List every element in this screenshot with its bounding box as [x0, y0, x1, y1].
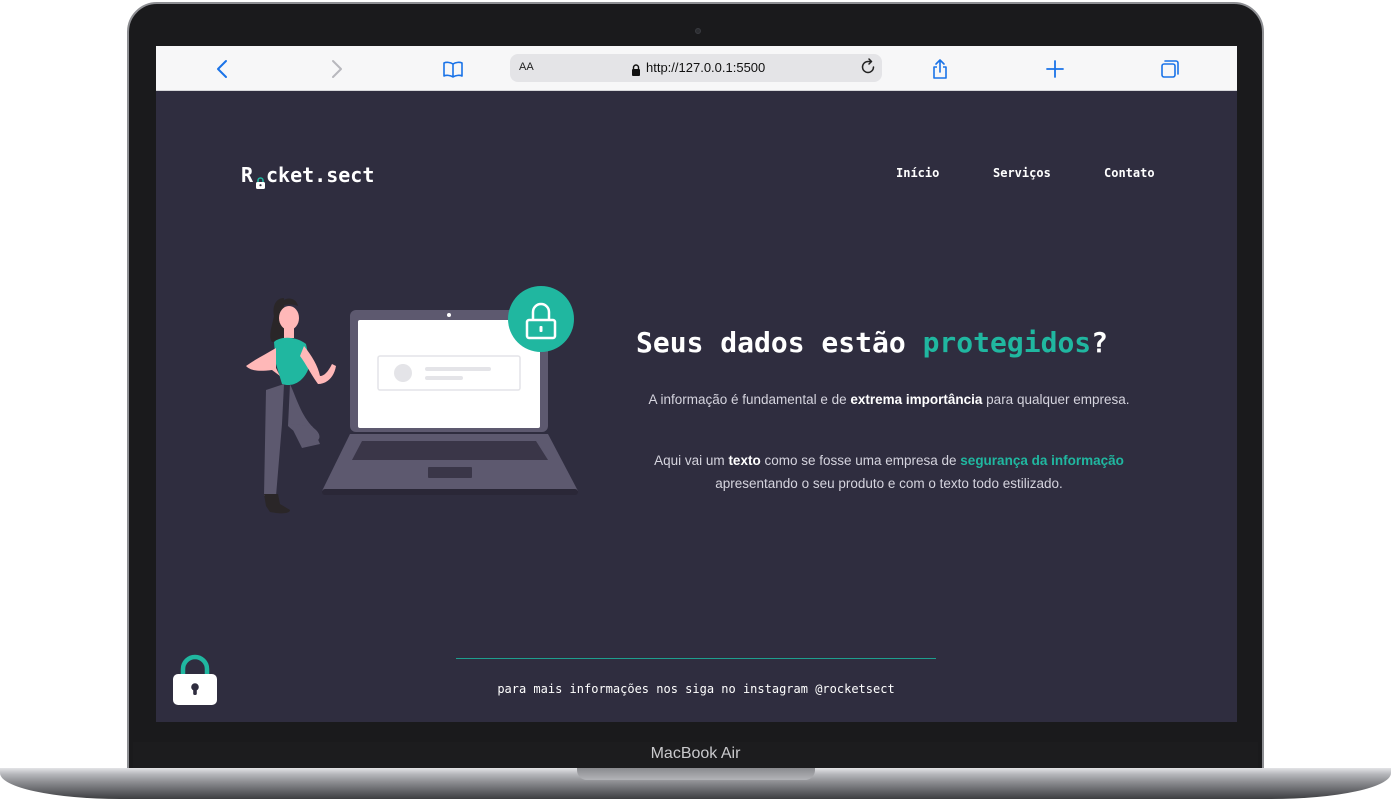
hero-p1-end: para qualquer empresa. — [982, 392, 1130, 407]
logo-text: cket.sect — [266, 163, 375, 187]
bookmarks-icon[interactable] — [440, 56, 466, 82]
tabs-icon[interactable] — [1157, 56, 1183, 82]
hero-title-highlight: protegidos — [922, 326, 1092, 359]
hero-p2-bold: texto — [728, 453, 761, 468]
device-label: MacBook Air — [650, 745, 741, 762]
hero-p2-end: apresentando o seu produto e com o texto… — [715, 476, 1063, 491]
forward-icon[interactable] — [324, 56, 350, 82]
hero-p1-start: A informação é fundamental e de — [648, 392, 851, 407]
hero-p2-start: Aqui vai um — [654, 453, 729, 468]
new-tab-icon[interactable] — [1042, 56, 1068, 82]
laptop-notch — [577, 768, 815, 780]
reload-icon[interactable] — [859, 58, 877, 80]
person-illustration — [246, 298, 336, 514]
back-icon[interactable] — [209, 56, 235, 82]
share-icon[interactable] — [927, 56, 953, 82]
floating-lock-icon[interactable] — [172, 652, 218, 710]
nav-link-servicos[interactable]: Serviços — [993, 166, 1051, 180]
site-logo[interactable]: R cket.sect — [241, 163, 374, 189]
hero-title: Seus dados estão protegidos? — [636, 326, 1156, 359]
padlock-icon — [255, 170, 266, 189]
text-size-button[interactable]: AA — [519, 61, 534, 73]
hero-title-end: ? — [1091, 326, 1109, 359]
hero-title-start: Seus dados estão — [636, 326, 923, 359]
footer-divider — [456, 658, 936, 659]
footer-text: para mais informações nos siga no instag… — [497, 682, 895, 696]
nav-link-inicio[interactable]: Início — [896, 166, 939, 180]
hero-illustration — [246, 286, 578, 514]
browser-window: AA http://127.0.0.1:5500 R cket.sect Iní… — [156, 46, 1237, 722]
logo-first-letter: R — [241, 163, 254, 187]
hero-paragraph-1: A informação é fundamental e de extrema … — [639, 388, 1139, 411]
lock-icon — [631, 61, 641, 80]
hero-p2-highlight: segurança da informação — [960, 453, 1124, 468]
nav-link-contato[interactable]: Contato — [1104, 166, 1155, 180]
hero-paragraph-2: Aqui vai um texto como se fosse uma empr… — [639, 449, 1139, 495]
browser-toolbar: AA http://127.0.0.1:5500 — [156, 46, 1237, 91]
url-text: http://127.0.0.1:5500 — [646, 60, 766, 75]
camera — [695, 28, 701, 34]
hero-p2-mid: como se fosse uma empresa de — [760, 453, 961, 468]
hero-p1-bold: extrema importância — [850, 392, 983, 407]
lock-badge-icon — [508, 286, 574, 352]
address-bar[interactable]: AA http://127.0.0.1:5500 — [510, 54, 882, 82]
